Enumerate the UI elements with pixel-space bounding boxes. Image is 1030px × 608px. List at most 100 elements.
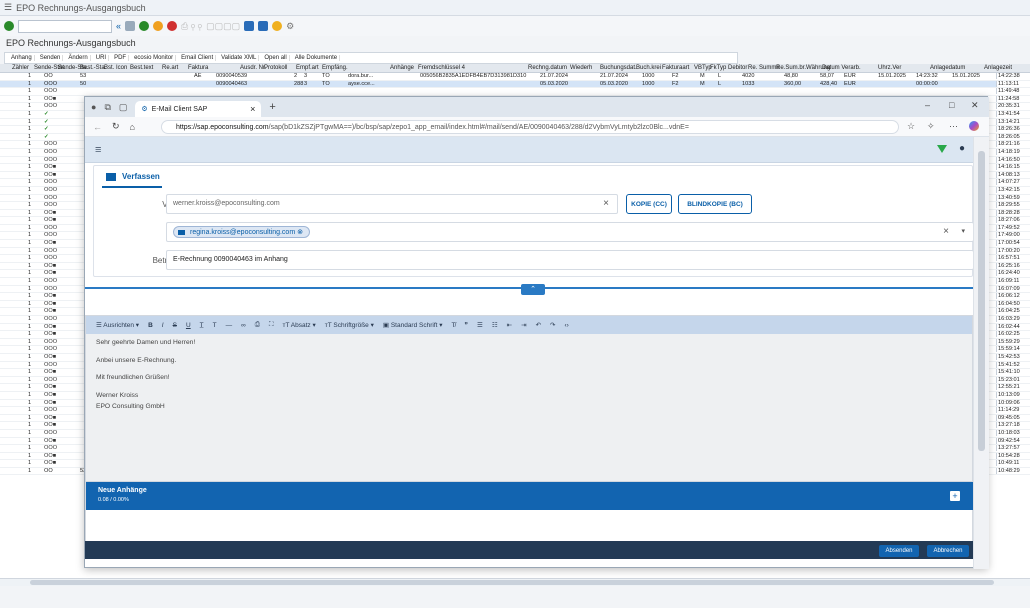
column-header[interactable]: Anlagezeit xyxy=(984,65,1012,71)
add-attachment-icon[interactable]: + xyxy=(950,491,960,501)
table-row[interactable]: 1 OOO 50 0090040463 288 3 TO ayse.cce... 05.03.2… xyxy=(0,80,1030,89)
underline-button[interactable]: U xyxy=(186,322,191,329)
column-header[interactable]: Best.text xyxy=(130,65,153,71)
tab-close-icon[interactable]: × xyxy=(250,104,255,114)
clear-format-icon[interactable]: T̸ xyxy=(452,322,456,329)
page-nav-icon[interactable]: ▢▢▢▢ xyxy=(206,21,240,32)
alv-toolbar-button[interactable]: Validate XML xyxy=(219,55,260,61)
layout2-icon[interactable] xyxy=(258,21,269,31)
exit-icon[interactable] xyxy=(153,21,164,31)
tab-actions-icon[interactable]: ⧉ xyxy=(104,102,110,113)
close-button[interactable]: ✕ xyxy=(971,100,979,111)
alv-toolbar-button[interactable]: Ändern xyxy=(66,55,91,61)
back-arrow-icon[interactable]: ← xyxy=(93,122,102,132)
maximize-button[interactable]: □ xyxy=(949,100,954,110)
list-icon[interactable]: ☰ xyxy=(477,321,483,329)
save-icon[interactable] xyxy=(125,21,136,31)
back-icon[interactable]: « xyxy=(116,21,121,31)
cancel-icon[interactable] xyxy=(167,21,178,31)
fullscreen-icon[interactable]: ⛶ xyxy=(269,321,274,329)
collections-icon[interactable]: ✧ xyxy=(927,121,935,132)
column-header[interactable]: Anlagedatum xyxy=(930,65,965,71)
bcc-button[interactable]: BLINDKOPIE (BC) xyxy=(678,194,752,214)
alv-toolbar-button[interactable]: Open all xyxy=(262,55,290,61)
reload-icon[interactable]: ↻ xyxy=(112,121,120,132)
profile-icon[interactable]: ● xyxy=(91,102,96,112)
cc-button[interactable]: KOPIE (CC) xyxy=(626,194,672,214)
back-green-icon[interactable] xyxy=(139,21,150,31)
strike-button[interactable]: S xyxy=(173,322,177,329)
alv-toolbar-button[interactable]: URI xyxy=(94,55,110,61)
column-header[interactable]: Re.Sum.br. xyxy=(776,65,806,71)
favorite-icon[interactable]: ☆ xyxy=(907,121,915,132)
divider-button[interactable]: — xyxy=(226,322,233,329)
vertical-scrollbar[interactable] xyxy=(973,137,989,569)
superscript-button[interactable]: T xyxy=(213,322,217,329)
align-button[interactable]: ☰ Ausrichten ▾ xyxy=(96,321,139,329)
column-header[interactable]: Buch.krei xyxy=(636,65,661,71)
copilot-icon[interactable] xyxy=(969,121,979,131)
column-header[interactable]: Re. Summe xyxy=(748,65,780,71)
send-button[interactable]: Absenden xyxy=(879,545,919,557)
indent-icon[interactable]: ⇥ xyxy=(521,321,526,329)
table-row[interactable]: 1 OO 53 AE 0090040539 2 3 TO dora.bur... 005056B2… xyxy=(0,73,1030,81)
to-dropdown-icon[interactable]: ▾ xyxy=(961,223,965,241)
column-header[interactable]: Empf.art xyxy=(296,65,319,71)
clear-from-icon[interactable]: × xyxy=(603,195,609,213)
column-header[interactable]: Debitor xyxy=(728,65,747,71)
browser-tab[interactable]: ⚙ E-Mail Client SAP × xyxy=(135,101,262,117)
column-header[interactable]: Empfäng. xyxy=(322,65,348,71)
ordered-list-icon[interactable]: ☷ xyxy=(492,321,498,329)
alv-toolbar-button[interactable]: PDF xyxy=(112,55,130,61)
redo-icon[interactable]: ↷ xyxy=(550,321,555,329)
quote-icon[interactable]: ❞ xyxy=(465,321,469,329)
print-editor-icon[interactable]: ⎙ xyxy=(255,321,260,329)
collapse-button[interactable]: ⌃ xyxy=(521,284,545,295)
alv-toolbar-button[interactable]: ecosio Monitor xyxy=(132,55,177,61)
column-header[interactable]: Bst. Icon xyxy=(104,65,127,71)
alv-toolbar-button[interactable]: Email Client xyxy=(179,55,217,61)
editor-body[interactable]: Sehr geehrte Damen und Herren! Anbei uns… xyxy=(86,334,972,428)
tab-compose[interactable]: Verfassen xyxy=(106,172,160,181)
settings-icon[interactable]: ⚙ xyxy=(286,21,294,32)
tab-overview-icon[interactable]: ▢ xyxy=(119,102,128,113)
enter-icon[interactable] xyxy=(4,21,14,31)
font-size-button[interactable]: тT Schriftgröße ▾ xyxy=(325,321,374,329)
paragraph-button[interactable]: тT Absatz ▾ xyxy=(283,321,316,329)
minimize-button[interactable]: – xyxy=(925,100,930,110)
clear-to-icon[interactable]: × xyxy=(943,223,949,241)
home-icon[interactable]: ⌂ xyxy=(130,122,135,132)
from-field[interactable]: werner.kroiss@epoconsulting.com × xyxy=(166,194,618,214)
undo-icon[interactable]: ↶ xyxy=(536,321,541,329)
alv-toolbar-button[interactable]: Senden xyxy=(38,55,64,61)
italic-button[interactable]: I xyxy=(162,322,164,329)
column-header[interactable]: FkTyp xyxy=(710,65,726,71)
column-header[interactable]: Anhänge xyxy=(390,65,414,71)
horizontal-scrollbar[interactable] xyxy=(0,578,1030,586)
column-header[interactable]: Buchungsdat. xyxy=(600,65,637,71)
cancel-button[interactable]: Abbrechen xyxy=(927,545,969,557)
recipient-chip[interactable]: regina.kroiss@epoconsulting.com ⊗ xyxy=(173,226,310,238)
column-header[interactable]: Best.-Sta. xyxy=(80,65,106,71)
more-icon[interactable]: ⋯ xyxy=(949,121,958,132)
column-header[interactable]: Zähler xyxy=(12,65,29,71)
subject-field[interactable]: E-Rechnung 0090040463 im Anhang xyxy=(166,250,974,270)
column-header[interactable]: Wiederh xyxy=(570,65,592,71)
menu-icon[interactable]: ≡ xyxy=(95,144,101,156)
outdent-icon[interactable]: ⇤ xyxy=(507,321,512,329)
font-family-button[interactable]: ▣ Standard Schrift ▾ xyxy=(383,321,443,329)
command-field[interactable] xyxy=(18,19,112,33)
user-icon[interactable]: ● xyxy=(959,143,965,154)
column-header[interactable]: Re.art xyxy=(162,65,178,71)
column-header[interactable]: Ausdr. Nr. xyxy=(240,65,266,71)
alv-toolbar-button[interactable]: Anhang xyxy=(9,55,35,61)
table-row[interactable]: 1 OOO 11:49:48 xyxy=(0,88,1030,96)
source-code-icon[interactable]: ‹› xyxy=(564,322,568,329)
column-header[interactable]: Protokoll xyxy=(264,65,287,71)
alv-toolbar-button[interactable]: Alle Dokumente xyxy=(293,55,341,61)
url-field[interactable]: https://sap.epoconsulting.com/sap(bD1kZS… xyxy=(161,120,899,134)
subscript-button[interactable]: T̲ xyxy=(200,322,204,329)
column-header[interactable]: Rechng.datum xyxy=(528,65,567,71)
column-header[interactable]: Uhrz.Ver xyxy=(878,65,901,71)
bold-button[interactable]: B xyxy=(148,322,153,329)
